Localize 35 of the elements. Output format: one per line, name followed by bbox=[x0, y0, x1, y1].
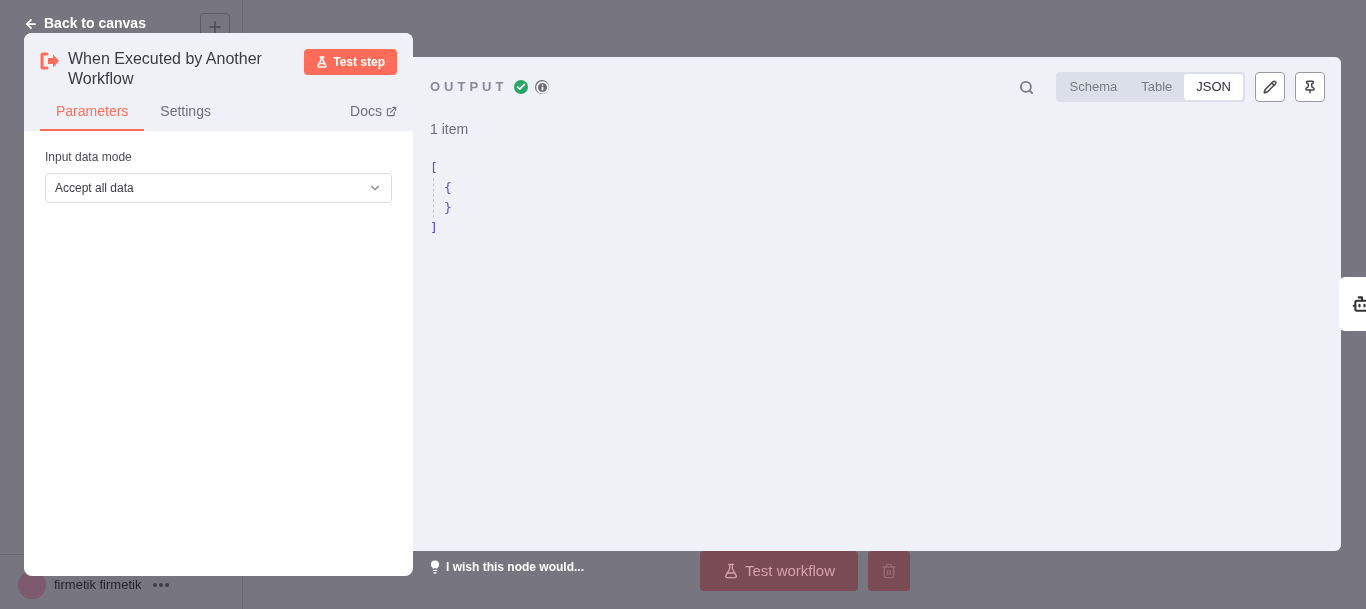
robot-icon bbox=[1352, 294, 1366, 314]
test-workflow-button[interactable]: Test workflow bbox=[700, 551, 858, 591]
pin-icon bbox=[1303, 80, 1317, 94]
view-tab[interactable]: Table bbox=[1129, 74, 1185, 100]
user-name: firmetik firmetik bbox=[54, 576, 142, 595]
view-tab[interactable]: JSON bbox=[1184, 74, 1243, 100]
panel-tab[interactable]: Settings bbox=[144, 101, 227, 131]
item-count: 1 item bbox=[430, 120, 469, 139]
json-bracket: { bbox=[444, 179, 452, 197]
flask-icon bbox=[316, 56, 329, 68]
node-title: When Executed by Another Workflow bbox=[68, 49, 263, 89]
pencil-icon bbox=[1263, 80, 1277, 94]
exit-icon bbox=[40, 52, 60, 70]
edit-button[interactable] bbox=[1255, 72, 1285, 102]
feedback-prompt[interactable]: I wish this node would... bbox=[428, 558, 584, 576]
input-data-mode-select[interactable]: Accept all data bbox=[45, 173, 392, 203]
json-bracket: [ bbox=[430, 159, 438, 177]
search-icon[interactable] bbox=[1018, 79, 1034, 95]
plus-icon bbox=[206, 18, 224, 36]
external-link-icon bbox=[386, 106, 397, 117]
view-tab[interactable]: Schema bbox=[1057, 74, 1130, 100]
trash-icon bbox=[881, 563, 897, 579]
lightbulb-icon bbox=[428, 560, 442, 574]
assistant-tab[interactable] bbox=[1339, 277, 1366, 331]
info-icon[interactable] bbox=[535, 80, 550, 94]
back-to-canvas-link[interactable]: Back to canvas bbox=[24, 13, 146, 34]
parameter-label: Input data mode bbox=[45, 149, 132, 166]
output-title: OUTPUT bbox=[430, 78, 508, 97]
pin-button[interactable] bbox=[1295, 72, 1325, 102]
json-bracket: ] bbox=[430, 219, 438, 237]
flask-icon bbox=[723, 563, 739, 579]
docs-link[interactable]: Docs bbox=[350, 101, 397, 131]
panel-tab[interactable]: Parameters bbox=[40, 101, 145, 131]
json-bracket: } bbox=[444, 199, 452, 217]
test-step-button[interactable]: Test step bbox=[304, 49, 397, 75]
